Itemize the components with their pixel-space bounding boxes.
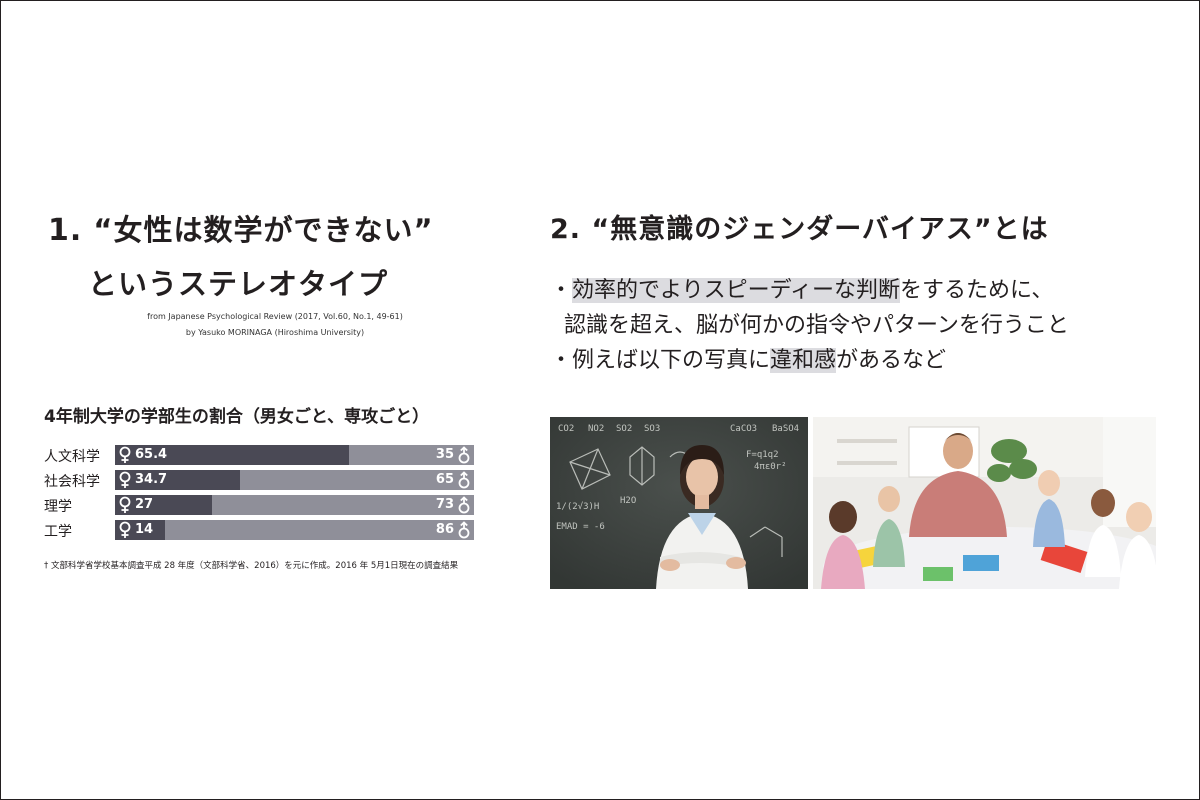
category-label: 工学 — [44, 524, 72, 540]
bullet-item-1: ・効率的でよりスピーディーな判断をするために、 — [550, 273, 1160, 308]
chalk-text: EMAD = -6 — [556, 522, 605, 532]
section2-title: 2. “無意識のジェンダーバイアス”とは — [550, 214, 1049, 245]
male-symbol-icon — [457, 521, 471, 539]
male-symbol-icon — [457, 446, 471, 464]
chalk-text: SO3 — [644, 424, 660, 434]
category-label: 人文科学 — [44, 449, 100, 465]
photo-teacher-chalkboard: CO2 NO2 SO2 SO3 CaCO3 BaSO4 F=q1q2 4πε0r… — [550, 417, 808, 589]
stacked-bar-chart: 人文科学 65.4 35 社会科学 34.7 65 理学 27 73 工学 14 86 — [44, 443, 474, 543]
section1-number: 1. — [48, 213, 83, 248]
section1-title-line2: というステレオタイプ — [88, 267, 389, 301]
male-value-label: 65 — [435, 472, 454, 487]
female-value-label: 27 — [135, 497, 154, 512]
chalk-text: 4πε0r² — [754, 462, 787, 472]
male-value-label: 86 — [435, 522, 454, 537]
male-value-label: 73 — [435, 497, 454, 512]
female-symbol-icon — [118, 446, 132, 464]
female-value-label: 14 — [135, 522, 154, 537]
female-symbol-icon — [118, 496, 132, 514]
female-value-label: 34.7 — [135, 472, 168, 487]
male-value-label: 35 — [435, 447, 454, 462]
chalk-text: SO2 — [616, 424, 632, 434]
chart-footnote: † 文部科学省学校基本調査平成 28 年度（文部科学省、2016）を元に作成。2… — [44, 561, 459, 571]
chart-row: 理学 27 73 — [44, 493, 474, 518]
male-symbol-icon — [457, 471, 471, 489]
bullet-item-2: ・例えば以下の写真に違和感があるなど — [550, 343, 1160, 378]
chalk-text: H2O — [620, 496, 636, 506]
male-symbol-icon — [457, 496, 471, 514]
section1-title-line1: “女性は数学ができない” — [93, 213, 434, 247]
bar-male-segment: 27 73 — [115, 495, 474, 515]
bullet-list: ・効率的でよりスピーディーな判断をするために、 認識を超え、脳が何かの指令やパタ… — [550, 273, 1160, 378]
section1-title: 1. “女性は数学ができない” — [48, 207, 434, 249]
chart-row: 人文科学 65.4 35 — [44, 443, 474, 468]
classroom-illustration — [813, 417, 1156, 589]
chart-row: 工学 14 86 — [44, 518, 474, 543]
chalk-text: NO2 — [588, 424, 604, 434]
chalk-text: CO2 — [558, 424, 574, 434]
category-label: 社会科学 — [44, 474, 100, 490]
chart-row: 社会科学 34.7 65 — [44, 468, 474, 493]
bullet-marker: ・ — [550, 278, 573, 303]
photo-classroom-children — [813, 417, 1156, 589]
highlighted-phrase: 違和感 — [770, 348, 837, 373]
chalk-text: CaCO3 — [730, 424, 757, 434]
bar-male-segment: 65.4 35 — [115, 445, 474, 465]
chalk-text: BaSO4 — [772, 424, 799, 434]
source-author: by Yasuko MORINAGA (Hiroshima University… — [185, 328, 365, 337]
highlighted-phrase: 効率的でよりスピーディーな判断 — [572, 278, 901, 303]
female-value-label: 65.4 — [135, 447, 168, 462]
bullet-text: ・例えば以下の写真に — [550, 348, 771, 373]
bar-male-segment: 14 86 — [115, 520, 474, 540]
chart-title: 4年制大学の学部生の割合（男女ごと、専攻ごと） — [44, 407, 430, 427]
photo-strip: CO2 NO2 SO2 SO3 CaCO3 BaSO4 F=q1q2 4πε0r… — [550, 417, 1156, 589]
female-symbol-icon — [118, 471, 132, 489]
source-citation: from Japanese Psychological Review (2017… — [147, 312, 403, 321]
bullet-text: をするために、 — [900, 278, 1054, 303]
category-label: 理学 — [44, 499, 72, 515]
bullet-text: があるなど — [836, 348, 947, 373]
female-symbol-icon — [118, 521, 132, 539]
bar-female-segment — [115, 470, 240, 490]
chalk-text: F=q1q2 — [746, 450, 779, 460]
chalkboard-illustration: CO2 NO2 SO2 SO3 CaCO3 BaSO4 F=q1q2 4πε0r… — [550, 417, 808, 589]
bullet-item-1-continuation: 認識を超え、脳が何かの指令やパターンを行うこと — [564, 313, 1069, 338]
slide-frame — [0, 0, 1200, 800]
chalk-text: 1/(2√3)H — [556, 501, 599, 512]
bar-male-segment: 34.7 65 — [115, 470, 474, 490]
